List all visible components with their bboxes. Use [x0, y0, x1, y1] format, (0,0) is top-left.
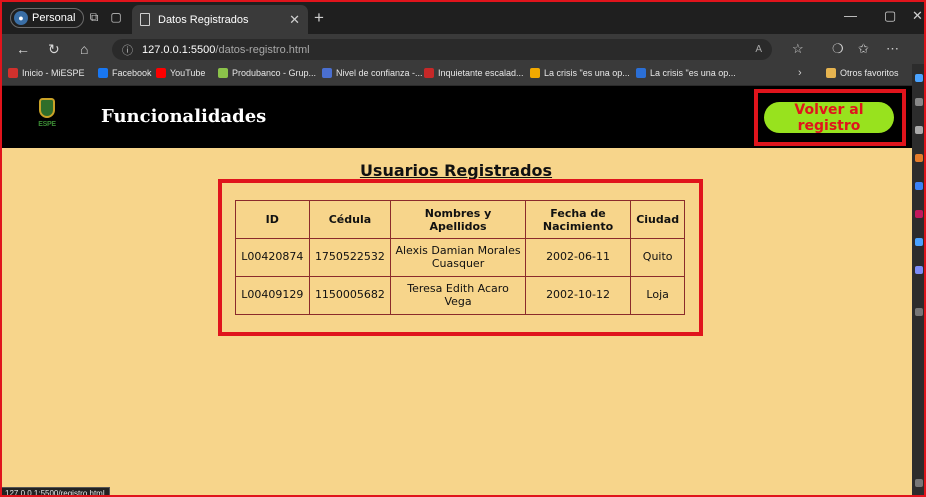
tab-title: Datos Registrados: [158, 13, 249, 26]
favorites-bar: Inicio - MiESPE Facebook YouTube Produba…: [0, 64, 926, 86]
browser-tab-bar: ● Personal ⧉ ▢ Datos Registrados ✕ + — ▢…: [0, 0, 926, 34]
favorite-item[interactable]: La crisis "es una op...: [636, 68, 736, 78]
favorite-label: YouTube: [170, 68, 206, 78]
favorite-label: Nivel de confianza -...: [336, 68, 423, 78]
other-favorites-folder[interactable]: Otros favoritos: [826, 68, 899, 78]
favorite-label: Otros favoritos: [840, 68, 899, 78]
produbanco-icon: [218, 68, 228, 78]
favorite-label: La crisis "es una op...: [544, 68, 630, 78]
favorite-label: Facebook: [112, 68, 152, 78]
search-icon[interactable]: [915, 126, 923, 134]
url-field[interactable]: ⓘ 127.0.0.1:5500/datos-registro.html A: [112, 39, 772, 60]
cell-city: Loja: [630, 276, 685, 315]
more-options-icon[interactable]: ⋯: [886, 41, 899, 57]
read-aloud-icon[interactable]: A: [755, 44, 762, 55]
minimize-icon[interactable]: —: [844, 8, 857, 23]
close-window-icon[interactable]: ✕: [912, 8, 923, 24]
favorite-item[interactable]: La crisis "es una op...: [530, 68, 630, 78]
favorite-star-icon[interactable]: ☆: [792, 41, 804, 57]
favorite-icon: [322, 68, 332, 78]
home-icon[interactable]: ⌂: [80, 41, 88, 57]
cell-birthdate: 2002-06-11: [524, 238, 632, 277]
section-heading: Usuarios Registrados: [359, 161, 553, 180]
add-icon[interactable]: [915, 308, 923, 316]
close-tab-icon[interactable]: ✕: [289, 12, 300, 28]
workspaces-icon[interactable]: ⧉: [86, 9, 102, 25]
sidebar-app-icon[interactable]: [915, 154, 923, 162]
table-header-row: ID Cédula Nombres y Apellidos Fecha de N…: [235, 200, 685, 239]
new-tab-icon[interactable]: +: [314, 8, 324, 28]
url-host: 127.0.0.1:5500: [142, 43, 216, 56]
sidebar-app-icon[interactable]: [915, 266, 923, 274]
cell-city: Quito: [630, 238, 685, 277]
sidebar-app-icon[interactable]: [915, 210, 923, 218]
back-arrow-icon[interactable]: ←: [16, 41, 30, 57]
column-header-birthdate: Fecha de Nacimiento: [524, 200, 632, 239]
favorite-label: Inquietante escalad...: [438, 68, 524, 78]
cell-names: Alexis Damian Morales Cuasquer: [390, 238, 526, 277]
sidebar-app-icon[interactable]: [915, 238, 923, 246]
site-header: ESPE Funcionalidades Volver al registro: [0, 86, 912, 148]
refresh-icon[interactable]: ↻: [48, 41, 60, 58]
folder-icon: [826, 68, 836, 78]
favorite-item[interactable]: Inicio - MiESPE: [8, 68, 85, 78]
profile-label: Personal: [32, 12, 76, 24]
column-header-cedula: Cédula: [308, 200, 392, 239]
favorite-item[interactable]: Facebook: [98, 68, 152, 78]
cell-names: Teresa Edith Acaro Vega: [390, 276, 526, 315]
tab-actions-icon[interactable]: ▢: [108, 9, 124, 25]
url-path: /datos-registro.html: [215, 43, 310, 56]
page-title: Funcionalidades: [101, 106, 267, 127]
column-header-city: Ciudad: [630, 200, 685, 239]
favorite-item[interactable]: Produbanco - Grup...: [218, 68, 316, 78]
table-row: L00420874 1750522532 Alexis Damian Moral…: [235, 238, 685, 277]
browser-sidebar: [912, 64, 926, 497]
logo-text: ESPE: [38, 121, 56, 128]
favorite-item[interactable]: Inquietante escalad...: [424, 68, 524, 78]
favorites-icon[interactable]: ✩: [858, 41, 869, 57]
status-bar-url: 127.0.0.1:5500/registro.html: [0, 487, 110, 497]
settings-gear-icon[interactable]: [915, 479, 923, 487]
favorite-label: La crisis "es una op...: [650, 68, 736, 78]
favorite-item[interactable]: YouTube: [156, 68, 205, 78]
cell-id: L00420874: [235, 238, 310, 277]
chevron-right-icon[interactable]: ›: [798, 67, 802, 79]
column-header-id: ID: [235, 200, 310, 239]
profile-avatar-icon: ●: [14, 11, 28, 25]
address-bar-row: ← ↻ ⌂ ⓘ 127.0.0.1:5500/datos-registro.ht…: [0, 34, 926, 64]
site-info-icon[interactable]: ⓘ: [122, 42, 133, 58]
sidebar-app-icon[interactable]: [915, 98, 923, 106]
document-icon: [140, 13, 150, 26]
favorite-label: Inicio - MiESPE: [22, 68, 85, 78]
news-icon: [424, 68, 434, 78]
espe-logo: ESPE: [37, 98, 57, 134]
table-row: L00409129 1150005682 Teresa Edith Acaro …: [235, 276, 685, 315]
cell-cedula: 1750522532: [308, 238, 392, 277]
copilot-icon[interactable]: [915, 74, 923, 82]
active-tab[interactable]: Datos Registrados ✕: [132, 5, 308, 34]
favorite-icon: [636, 68, 646, 78]
browser-essentials-icon[interactable]: ❍: [832, 41, 844, 57]
youtube-icon: [156, 68, 166, 78]
shield-icon: [39, 98, 55, 118]
favorite-icon: [8, 68, 18, 78]
web-page: ESPE Funcionalidades Volver al registro …: [0, 86, 912, 497]
favorite-item[interactable]: Nivel de confianza -...: [322, 68, 423, 78]
restore-icon[interactable]: ▢: [884, 8, 896, 24]
favorite-label: Produbanco - Grup...: [232, 68, 317, 78]
profile-button[interactable]: ● Personal: [10, 8, 85, 28]
cell-birthdate: 2002-10-12: [524, 276, 632, 315]
facebook-icon: [98, 68, 108, 78]
back-to-register-button[interactable]: Volver al registro: [764, 102, 894, 134]
microsoft-icon: [530, 68, 540, 78]
sidebar-app-icon[interactable]: [915, 182, 923, 190]
users-table: ID Cédula Nombres y Apellidos Fecha de N…: [235, 200, 685, 315]
cell-id: L00409129: [235, 276, 310, 315]
column-header-names: Nombres y Apellidos: [390, 200, 526, 239]
cell-cedula: 1150005682: [308, 276, 392, 315]
